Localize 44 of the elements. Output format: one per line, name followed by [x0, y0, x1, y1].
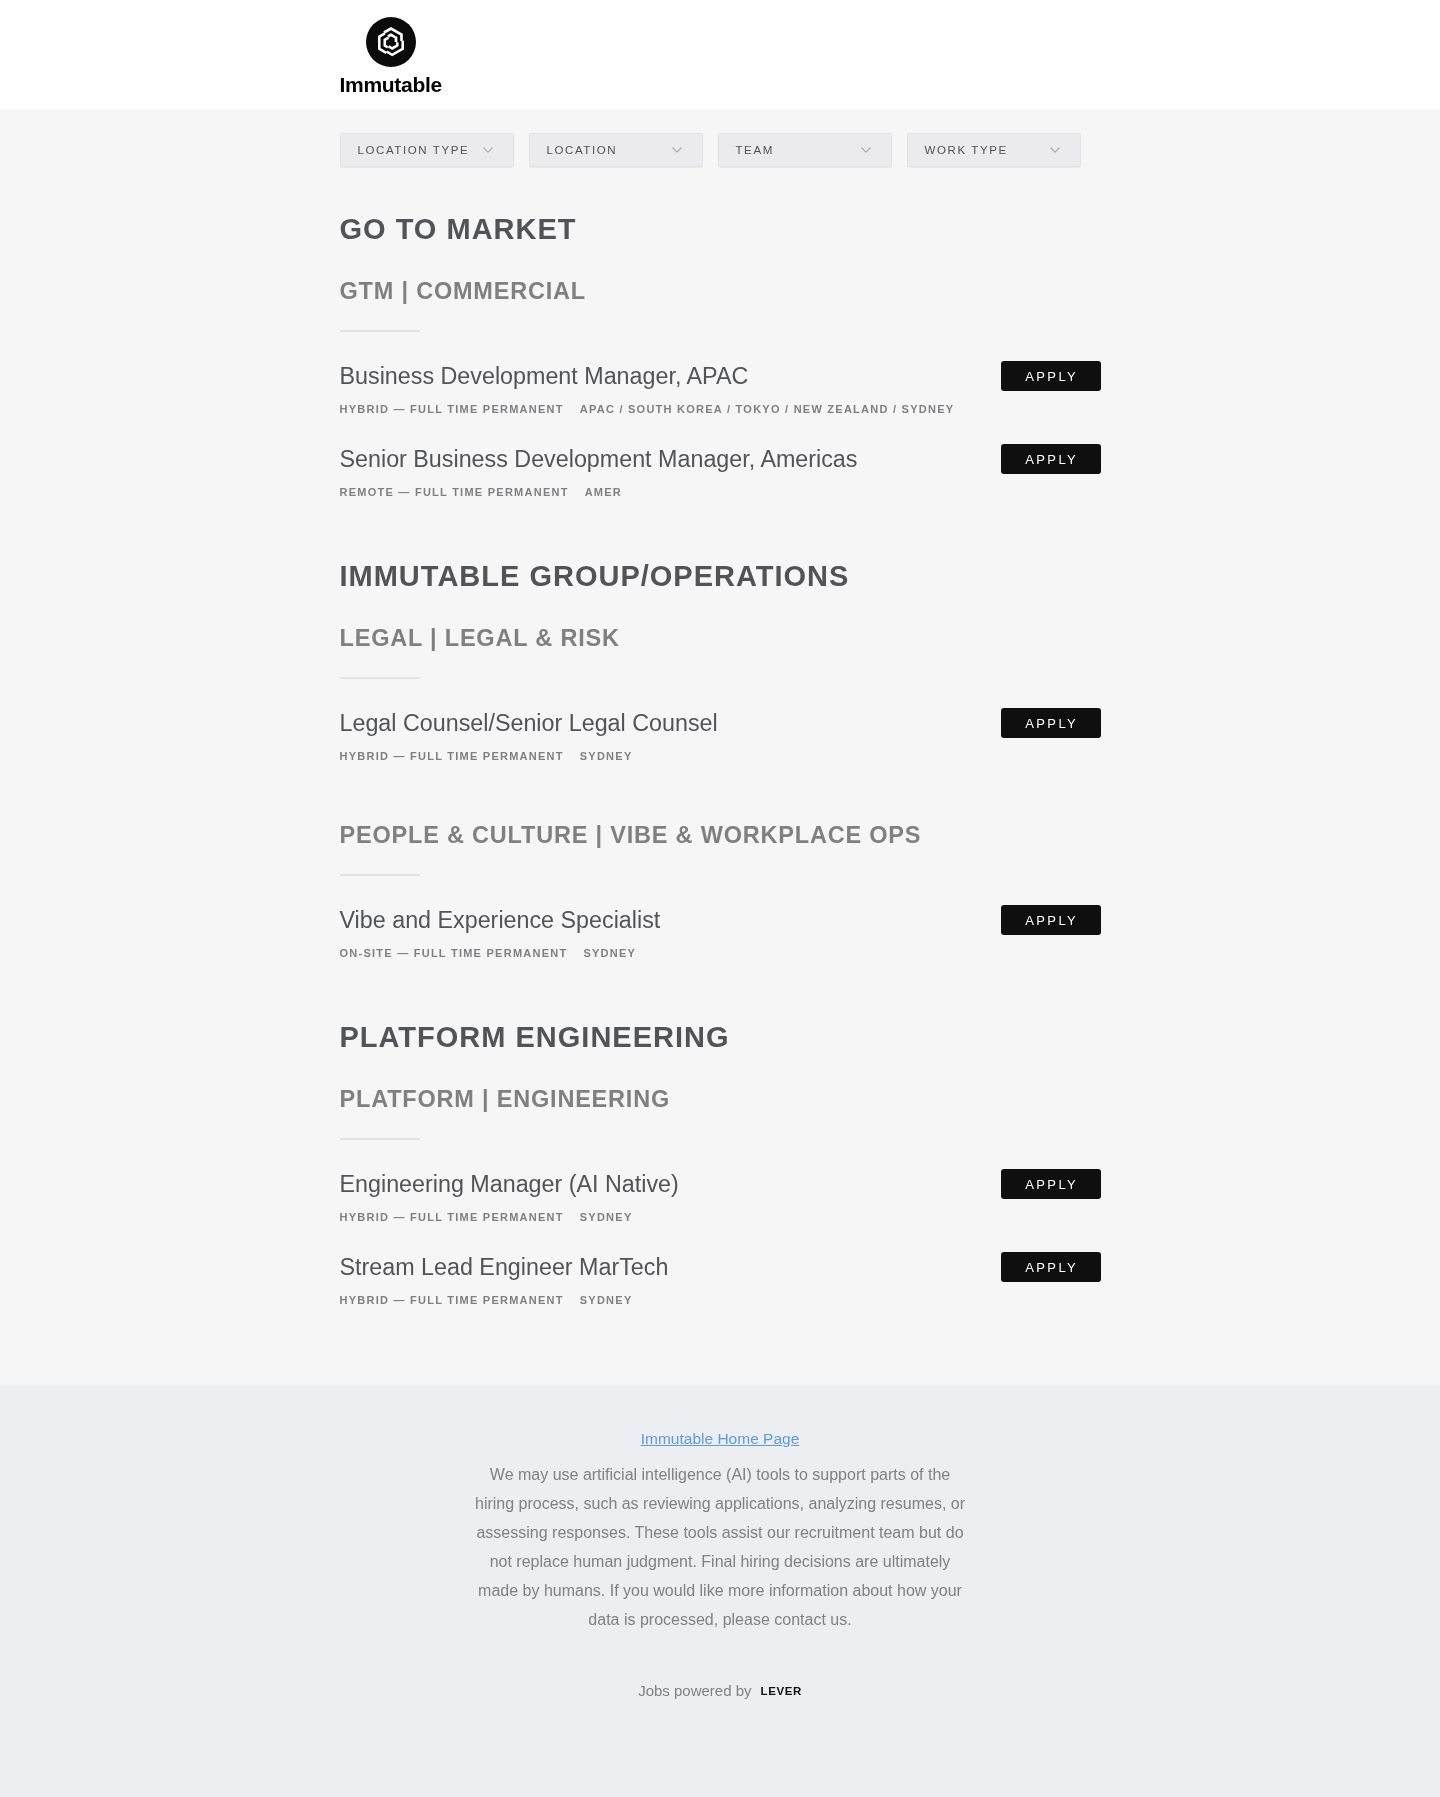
job-location-label: APAC / SOUTH KOREA / TOKYO / NEW ZEALAND / SYDNEY: [579, 402, 955, 417]
department-heading: PLATFORM ENGINEERING: [339, 1020, 731, 1055]
job-type-label: REMOTE — FULL TIME PERMANENT: [339, 485, 569, 500]
job-type-label: HYBRID — FULL TIME PERMANENT: [339, 1210, 564, 1225]
job-location-label: AMER: [584, 485, 623, 500]
apply-button[interactable]: APPLY: [1000, 1252, 1101, 1282]
logo-icon[interactable]: [365, 17, 416, 67]
chevron-down-icon: [1049, 147, 1060, 153]
apply-button[interactable]: APPLY: [1000, 444, 1101, 474]
team-heading: GTM | COMMERCIAL: [339, 277, 587, 306]
chevron-down-icon: [671, 147, 682, 153]
job-type-label: HYBRID — FULL TIME PERMANENT: [339, 749, 564, 764]
job-title-link[interactable]: Stream Lead Engineer MarTech: [339, 1252, 669, 1282]
job-location-label: SYDNEY: [579, 749, 633, 764]
apply-button[interactable]: APPLY: [1000, 361, 1101, 391]
team-heading: PEOPLE & CULTURE | VIBE & WORKPLACE OPS: [339, 821, 923, 850]
chevron-down-icon: [860, 147, 871, 153]
filter-dropdown[interactable]: WORK TYPE: [906, 133, 1081, 167]
job-location-label: SYDNEY: [583, 946, 637, 961]
job-type-label: ON-SITE — FULL TIME PERMANENT: [339, 946, 568, 961]
apply-button[interactable]: APPLY: [1000, 1169, 1101, 1199]
job-type-label: HYBRID — FULL TIME PERMANENT: [339, 402, 564, 417]
job-location-label: SYDNEY: [579, 1293, 633, 1308]
team-heading: PLATFORM | ENGINEERING: [339, 1085, 672, 1114]
chevron-down-icon: [482, 147, 493, 153]
department-heading: GO TO MARKET: [339, 212, 578, 247]
ai-disclaimer-text: We may use artificial intelligence (AI) tools to support parts of the hiring process, such as reviewing applications, analyzing resumes, or assessing responses. These tools assist our recruitment team but do not replace human judgment. Final hiring decisions are ultimately made by humans. If you would like more information about how your data is processed, please contact us.: [474, 1465, 966, 1630]
job-location-label: SYDNEY: [579, 1210, 633, 1225]
team-heading: LEGAL | LEGAL & RISK: [339, 624, 621, 653]
job-title-link[interactable]: Engineering Manager (AI Native): [339, 1169, 679, 1199]
filter-dropdown[interactable]: LOCATION: [528, 133, 703, 167]
job-title-link[interactable]: Legal Counsel/Senior Legal Counsel: [339, 708, 718, 738]
footer-logo-wordmark[interactable]: LEVER: [760, 1680, 802, 1702]
job-title-link[interactable]: Vibe and Experience Specialist: [339, 905, 661, 935]
apply-button[interactable]: APPLY: [1000, 708, 1101, 738]
filter-dropdown[interactable]: TEAM: [717, 133, 892, 167]
powered-by-text: Jobs powered by: [638, 1681, 752, 1701]
department-heading: IMMUTABLE GROUP/OPERATIONS: [339, 559, 851, 594]
job-title-link[interactable]: Senior Business Development Manager, Americas: [339, 444, 858, 474]
company-name[interactable]: Immutable: [339, 74, 442, 96]
job-type-label: HYBRID — FULL TIME PERMANENT: [339, 1293, 564, 1308]
job-title-link[interactable]: Business Development Manager, APAC: [339, 361, 749, 391]
filter-dropdown[interactable]: LOCATION TYPE: [339, 133, 514, 167]
apply-button[interactable]: APPLY: [1000, 905, 1101, 935]
